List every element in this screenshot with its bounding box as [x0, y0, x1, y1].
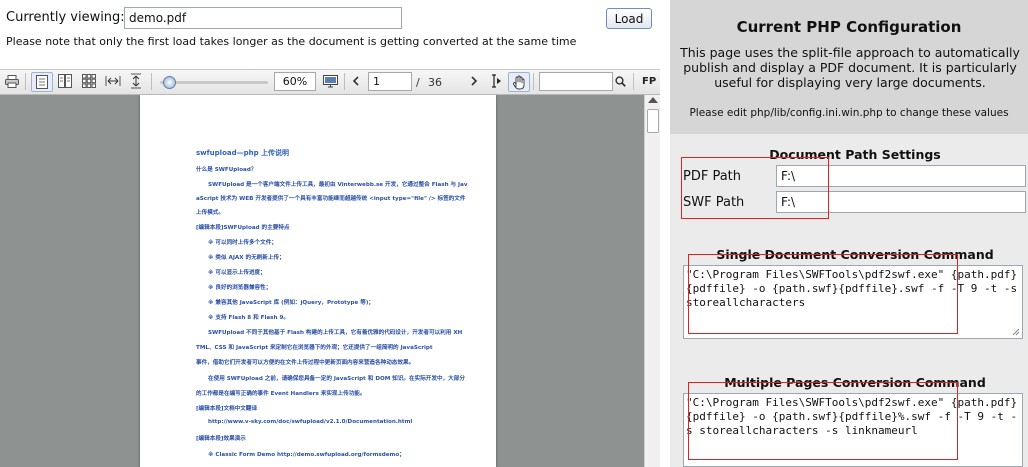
pdf-text-line: ※ 可以显示上传进度； [208, 270, 266, 276]
config-header: Current PHP Configuration This page uses… [670, 0, 1028, 134]
toolbar-divider [344, 73, 345, 90]
currently-viewing-label: Currently viewing: [6, 10, 125, 25]
scroll-up-arrow-icon[interactable] [648, 97, 658, 103]
zoom-level-field[interactable]: 60% [274, 72, 316, 91]
previous-page-icon[interactable] [348, 72, 364, 90]
toolbar-divider [151, 73, 152, 90]
page-total: 36 [428, 76, 442, 89]
pdf-heading: swfupload—php 上传说明 [196, 149, 290, 157]
pdf-text-line: 什么是 SWFUpload？ [196, 167, 257, 173]
text-select-icon[interactable] [487, 72, 505, 90]
two-page-icon[interactable] [55, 72, 75, 90]
path-annotation-box [681, 157, 829, 219]
pdf-text-line: [编辑本段]效果演示 [196, 436, 246, 442]
resize-grip-icon[interactable] [1012, 328, 1020, 336]
search-input[interactable] [539, 72, 613, 91]
next-page-icon[interactable] [466, 72, 482, 90]
load-button[interactable]: Load [606, 8, 652, 29]
pdf-text-line: aScript 技术为 WEB 开发者提供了一个具有丰富功能继而超越传统 <in… [196, 196, 466, 202]
pdf-text-line: 的工作都是在编写正确的事件 Event Handlers 来实现上传功能。 [196, 391, 366, 397]
pdf-text-line: SWFUpload 不同于其他基于 Flash 构建的上传工具，它有着优雅的代码… [208, 330, 463, 336]
pdf-text-line: 上传模式。 [196, 210, 224, 216]
config-description: This page uses the split-file approach t… [680, 45, 1020, 90]
toolbar-divider [533, 73, 534, 90]
print-icon[interactable] [3, 72, 21, 90]
document-canvas[interactable]: swfupload—php 上传说明 什么是 SWFUpload？ SWFUploa… [0, 95, 660, 467]
zoom-slider-track[interactable] [160, 81, 268, 84]
vertical-scrollbar[interactable] [644, 95, 660, 467]
pdf-text-line: 在使用 SWFUpload 之前，请确保您具备一定的 JavaScript 和 … [208, 376, 465, 382]
pdf-text-line: TML、CSS 和 JavaScript 来定制它在浏览器下的外观；它还提供了一… [196, 345, 433, 351]
pdf-text-line: ※ 兼容其他 JavaScript 库 (例如：jQuery，Prototype… [208, 300, 374, 306]
magnifier-icon[interactable] [612, 72, 628, 90]
pdf-text-line: ※ 支持 Flash 8 和 Flash 9。 [208, 315, 289, 321]
toolbar-divider [25, 73, 26, 90]
pdf-text-line: http://www.v-sky.com/doc/swfupload/v2.1.… [208, 419, 413, 425]
thumbnails-icon[interactable] [79, 72, 99, 90]
pdf-text-line: SWFUpload 是一个客户端文件上传工具，最初由 Vinterwebb.se… [208, 182, 468, 188]
multi-command-annotation-box [688, 382, 958, 460]
single-page-icon[interactable] [31, 72, 53, 92]
pdf-text-line: ※ 类似 AJAX 的无刷新上传； [208, 255, 285, 261]
document-viewer-panel: Currently viewing: Load Please note that… [0, 0, 660, 467]
fit-width-icon[interactable] [103, 72, 123, 90]
config-title: Current PHP Configuration [736, 18, 962, 36]
pdf-text-line: [编辑本段]SWFUpload 的主要特点 [196, 225, 290, 231]
scrollbar-thumb[interactable] [647, 109, 659, 133]
hand-pan-icon[interactable] [508, 72, 530, 92]
conversion-note: Please note that only the first load tak… [6, 35, 577, 48]
viewer-toolbar: 60% 1 / 36 FP [0, 69, 660, 95]
pdf-text-line: 事件，借助它们开发者可以方便的在文件上传过程中更新页面内容来营造各种动态效果。 [196, 360, 415, 366]
zoom-slider-knob[interactable] [163, 76, 177, 89]
pdf-text-line: ※ 良好的浏览器兼容性； [208, 285, 272, 291]
pdf-text-line: ※ 可以同时上传多个文件； [208, 240, 277, 246]
single-command-annotation-box [688, 254, 958, 334]
configuration-panel: Current PHP Configuration This page uses… [670, 0, 1028, 467]
page-separator: / [416, 76, 420, 89]
document-selector-bar: Currently viewing: Load Please note that… [0, 0, 660, 64]
pdf-page: swfupload—php 上传说明 什么是 SWFUpload？ SWFUploa… [140, 95, 496, 467]
document-name-input[interactable] [124, 7, 402, 29]
toolbar-divider [633, 73, 634, 90]
fullscreen-icon[interactable] [320, 72, 340, 90]
fit-height-icon[interactable] [126, 72, 146, 90]
pdf-text-line: [编辑本段]文档中文翻译 [196, 406, 258, 412]
config-edit-note: Please edit php/lib/config.ini.win.php t… [689, 107, 1009, 119]
fit-page-label[interactable]: FP [642, 76, 656, 87]
pdf-text-line: ※ Classic Form Demo http://demo.swfuploa… [208, 452, 405, 458]
page-number-input[interactable]: 1 [368, 72, 412, 91]
